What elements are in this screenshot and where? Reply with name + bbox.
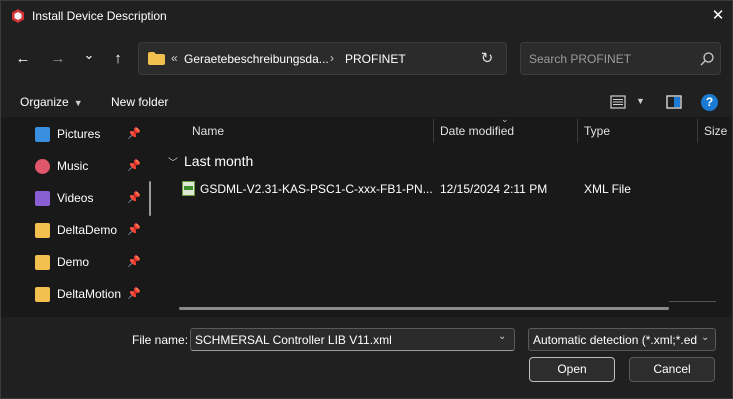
breadcrumb-item[interactable]: Geraetebeschreibungsda... (184, 52, 329, 66)
pin-icon[interactable]: 📌 (127, 159, 141, 172)
sidebar-item-label: Pictures (57, 127, 101, 141)
column-header-date-modified[interactable]: Date modified (440, 124, 514, 138)
preview-pane-icon[interactable] (665, 93, 683, 111)
breadcrumb-overflow-icon[interactable]: « (171, 51, 178, 65)
app-logo-icon (12, 9, 24, 23)
sidebar-item-deltamotion[interactable]: DeltaMotion (35, 284, 127, 304)
install-device-description-dialog: Install Device Description ✕ ← → ⌄ ↑ « G… (0, 0, 733, 399)
pin-icon[interactable]: 📌 (127, 127, 141, 140)
close-icon[interactable]: ✕ (707, 5, 729, 27)
chevron-down-icon: ﹀ (168, 157, 178, 169)
folder-icon (35, 222, 50, 238)
column-divider[interactable] (697, 119, 698, 143)
sidebar-item-label: Music (57, 159, 89, 173)
xml-file-icon (182, 181, 195, 196)
music-icon (35, 158, 50, 174)
pin-icon[interactable]: 📌 (127, 223, 141, 236)
window-title: Install Device Description (32, 9, 167, 23)
chevron-down-icon[interactable]: ⌄ (498, 331, 506, 342)
search-icon[interactable] (699, 51, 715, 67)
pin-icon[interactable]: 📌 (127, 255, 141, 268)
group-label: Last month (184, 153, 254, 169)
view-options-icon[interactable] (610, 93, 626, 111)
new-folder-label: New folder (111, 95, 169, 109)
file-name-input[interactable] (195, 332, 490, 348)
breadcrumb-item[interactable]: PROFINET (345, 52, 406, 66)
chevron-down-icon[interactable]: ⌄ (701, 332, 710, 343)
column-header-name[interactable]: Name (192, 124, 224, 138)
videos-icon (35, 190, 50, 206)
group-header-last-month[interactable]: ﹀ Last month (168, 153, 253, 169)
file-date-modified: 12/15/2024 2:11 PM (440, 182, 548, 196)
scrollbar-track (669, 301, 716, 302)
column-header-type[interactable]: Type (584, 124, 610, 138)
sidebar-item-label: Demo (57, 255, 90, 269)
search-box[interactable] (520, 42, 721, 75)
file-type-filter-select[interactable]: Automatic detection (*.xml;*.edr ⌄ (528, 328, 716, 351)
column-header-size[interactable]: Size (704, 124, 727, 138)
file-row[interactable]: GSDML-V2.31-KAS-PSC1-C-xxx-FB1-PN... 12/… (179, 179, 719, 199)
folder-icon (35, 286, 50, 302)
view-options-chevron-icon[interactable]: ▼ (636, 96, 645, 106)
title-bar: Install Device Description ✕ (1, 1, 732, 32)
open-button[interactable]: Open (529, 357, 615, 382)
cancel-button[interactable]: Cancel (629, 357, 715, 382)
file-name-label: File name: (132, 333, 189, 347)
up-arrow-icon[interactable]: ↑ (107, 46, 129, 70)
search-input[interactable] (529, 50, 689, 68)
new-folder-button[interactable]: New folder (111, 95, 168, 109)
folder-icon (148, 52, 165, 65)
pin-icon[interactable]: 📌 (127, 191, 141, 204)
column-divider[interactable] (433, 119, 434, 143)
pin-icon[interactable]: 📌 (127, 287, 141, 300)
folder-icon (35, 254, 50, 270)
file-name-combobox[interactable]: ⌄ (190, 328, 515, 351)
file-type: XML File (584, 182, 631, 196)
back-arrow-icon[interactable]: ← (12, 46, 34, 70)
sidebar-item-label: Videos (57, 191, 94, 205)
organize-button[interactable]: Organize ▼ (20, 95, 83, 109)
pictures-icon (35, 126, 50, 142)
file-name: GSDML-V2.31-KAS-PSC1-C-xxx-FB1-PN... (200, 182, 433, 196)
refresh-icon[interactable]: ↻ (478, 50, 496, 68)
breadcrumb-separator-icon[interactable]: › (330, 51, 334, 65)
column-divider[interactable] (577, 119, 578, 143)
horizontal-scrollbar[interactable] (179, 307, 669, 310)
content-area: Pictures 📌 Music 📌 Videos 📌 DeltaDemo 📌 … (1, 114, 732, 317)
sidebar-item-label: DeltaMotion (57, 287, 122, 301)
chevron-down-icon: ▼ (73, 98, 83, 108)
navigation-pane: Pictures 📌 Music 📌 Videos 📌 DeltaDemo 📌 … (1, 117, 153, 317)
organize-label: Organize (20, 95, 69, 109)
sidebar-item-label: DeltaDemo (57, 223, 118, 237)
dialog-footer: File name: ⌄ Automatic detection (*.xml;… (1, 317, 732, 398)
help-icon[interactable]: ? (701, 94, 718, 111)
forward-arrow-icon[interactable]: → (47, 46, 69, 70)
address-bar[interactable]: « Geraetebeschreibungsda... › PROFINET ↻ (138, 42, 507, 75)
sidebar-scrollbar[interactable] (149, 181, 151, 216)
recent-locations-chevron-icon[interactable]: ⌄ (78, 43, 100, 67)
file-type-filter-value: Automatic detection (*.xml;*.edr (533, 333, 697, 347)
